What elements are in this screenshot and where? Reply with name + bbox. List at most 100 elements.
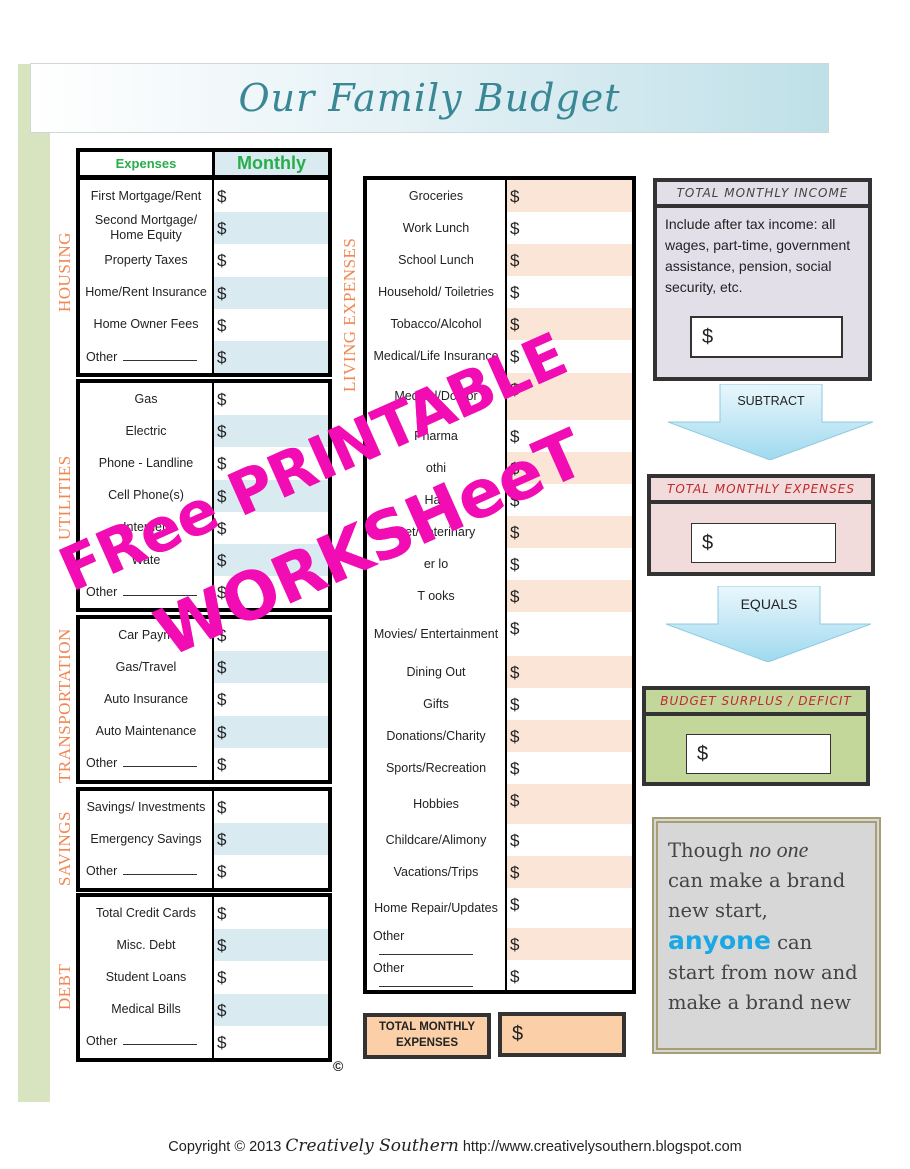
table-row: Medical Bills $	[80, 993, 328, 1026]
amount-field[interactable]: $	[212, 823, 328, 856]
amount-field[interactable]: $	[505, 752, 632, 784]
section-label-utilities: UTILITIES	[55, 455, 74, 540]
expense-label: Hobbies	[367, 797, 505, 812]
expense-label-text: School Lunch	[398, 252, 474, 267]
table-row: Movies/ Entertainment $	[367, 612, 632, 656]
amount-field[interactable]: $	[212, 961, 328, 994]
amount-field[interactable]: $	[212, 715, 328, 748]
total-expenses-field[interactable]: $	[691, 523, 836, 563]
expense-label-text: Dining Out	[406, 664, 466, 679]
amount-field[interactable]: $	[212, 180, 328, 213]
amount-field[interactable]: $	[505, 960, 632, 992]
amount-field[interactable]: $	[505, 720, 632, 752]
expense-label: Auto Insurance	[103, 691, 189, 706]
amount-field[interactable]: $	[212, 855, 328, 888]
section-label-debt: DEBT	[55, 963, 74, 1010]
amount-field[interactable]: $	[212, 340, 328, 374]
amount-field[interactable]: $	[505, 212, 632, 244]
expense-label: Sports/Recreation	[367, 761, 505, 776]
quote-highlight: anyone	[668, 926, 771, 955]
amount-field[interactable]: $	[505, 612, 632, 656]
amount-field[interactable]: $	[505, 688, 632, 720]
amount-field[interactable]: $	[212, 1025, 328, 1058]
expense-label: Gas	[134, 391, 158, 406]
amount-field[interactable]: $	[505, 516, 632, 548]
subtract-label: SUBTRACT	[737, 394, 805, 408]
table-row: Home/Rent Insurance $	[80, 276, 328, 309]
section-label-transportation: TRANSPORTATION	[55, 628, 74, 783]
other-write-in-line[interactable]	[123, 1035, 198, 1046]
footer-copyright: Copyright © 2013 Creatively Southern htt…	[0, 1136, 910, 1156]
expense-label: Total Credit Cards	[95, 905, 197, 920]
amount-field[interactable]: $	[505, 928, 632, 960]
table-row: Groceries $	[367, 180, 632, 212]
amount-field[interactable]: $	[212, 276, 328, 309]
table-row: Auto Insurance $	[80, 683, 328, 716]
amount-field[interactable]: $	[505, 888, 632, 928]
living-expenses-table: Groceries $ Work Lunch $ School Lunch $ Househ…	[363, 176, 636, 994]
footer-brand: Creatively Southern	[285, 1136, 459, 1156]
table-row: Gas $	[80, 383, 328, 416]
amount-field[interactable]: $	[505, 276, 632, 308]
footer-url[interactable]: http://www.creativelysouthern.blogspot.c…	[459, 1139, 742, 1155]
expense-label-other: Other	[80, 756, 212, 771]
other-write-in-line[interactable]	[123, 865, 198, 875]
expense-label: Emergency Savings	[90, 831, 202, 846]
other-write-in-line[interactable]	[123, 351, 198, 361]
expense-label: Other	[367, 929, 505, 959]
table-row: Vacations/Trips $	[367, 856, 632, 888]
table-row: Property Taxes $	[80, 244, 328, 277]
table-row: Second Mortgage/ Home Equity $	[80, 212, 328, 245]
amount-field[interactable]: $	[212, 383, 328, 416]
expense-label: Electric	[125, 423, 167, 438]
expense-label: Student Loans	[105, 969, 187, 984]
table-row: Home Repair/Updates $	[367, 888, 632, 928]
amount-field[interactable]: $	[505, 784, 632, 824]
expense-label: Misc. Debt	[116, 937, 176, 952]
other-write-in-line[interactable]	[123, 757, 198, 768]
total-monthly-expenses-field[interactable]: $	[498, 1012, 626, 1057]
expense-label: Tobacco/Alcohol	[367, 317, 505, 332]
expense-label-text: Tobacco/Alcohol	[390, 316, 482, 331]
amount-field[interactable]: $	[505, 656, 632, 688]
amount-field[interactable]: $	[212, 308, 328, 341]
amount-field[interactable]: $	[505, 856, 632, 888]
table-row: Other $	[80, 340, 328, 374]
section-label-housing: HOUSING	[55, 232, 74, 312]
amount-field[interactable]: $	[212, 929, 328, 962]
amount-field[interactable]: $	[212, 683, 328, 716]
amount-field[interactable]: $	[505, 548, 632, 580]
expense-label: Savings/ Investments	[86, 799, 206, 814]
expense-label: Work Lunch	[367, 221, 505, 236]
amount-field[interactable]: $	[212, 212, 328, 245]
amount-field[interactable]: $	[212, 791, 328, 824]
amount-field[interactable]: $	[212, 651, 328, 684]
total-income-field[interactable]: $	[690, 316, 843, 358]
amount-field[interactable]: $	[212, 747, 328, 780]
savings-table: Savings/ Investments $ Emergency Savings $…	[76, 787, 332, 892]
amount-field[interactable]: $	[212, 993, 328, 1026]
table-row: Work Lunch $	[367, 212, 632, 244]
table-row: Childcare/Alimony $	[367, 824, 632, 856]
expenses-summary-box: TOTAL MONTHLY EXPENSES $	[647, 474, 875, 576]
other-write-in-line[interactable]	[379, 977, 473, 987]
expense-label-text: Gifts	[423, 696, 449, 711]
expense-label: Donations/Charity	[367, 729, 505, 744]
quote-text-script: no one	[749, 837, 809, 862]
expense-label-text: Childcare/Alimony	[385, 832, 487, 847]
amount-field[interactable]: $	[212, 244, 328, 277]
other-label: Other	[86, 1034, 118, 1049]
table-row: Tobacco/Alcohol $	[367, 308, 632, 340]
expenses-column-header: Expenses	[115, 156, 177, 171]
expense-label-text: Other	[373, 961, 405, 975]
expense-label: Household/ Toiletries	[367, 285, 505, 300]
amount-field[interactable]: $	[212, 897, 328, 930]
amount-field[interactable]: $	[505, 580, 632, 612]
surplus-deficit-field[interactable]: $	[686, 734, 831, 774]
amount-field[interactable]: $	[505, 244, 632, 276]
amount-field[interactable]: $	[505, 180, 632, 212]
other-write-in-line[interactable]	[379, 945, 473, 955]
surplus-deficit-box: BUDGET SURPLUS / DEFICIT $	[642, 686, 870, 786]
table-row: Sports/Recreation $	[367, 752, 632, 784]
amount-field[interactable]: $	[505, 824, 632, 856]
